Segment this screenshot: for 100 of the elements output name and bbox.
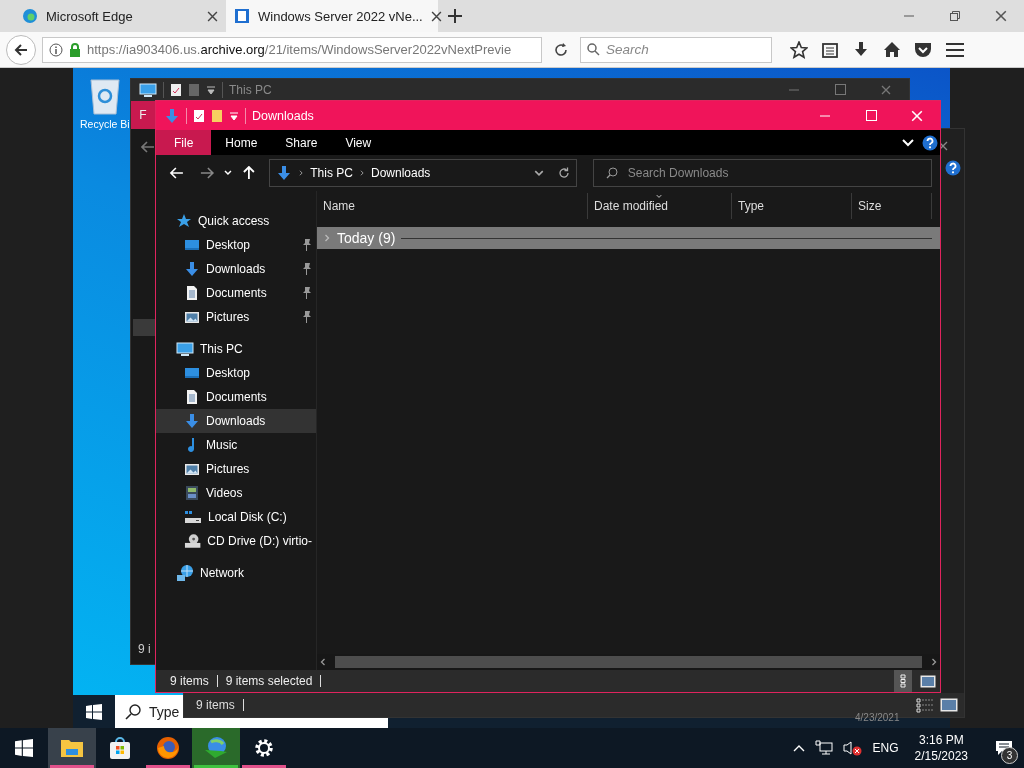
network-icon[interactable] (814, 740, 833, 756)
search-icon (605, 167, 618, 179)
ribbon-tab[interactable]: View (331, 130, 386, 155)
ribbon-tab[interactable]: File (156, 130, 212, 155)
chevron-up-icon[interactable] (792, 744, 805, 752)
clipboard-icon[interactable] (821, 40, 839, 59)
lock-icon (69, 42, 81, 57)
nav-item[interactable]: Music (156, 433, 316, 457)
address-bar[interactable]: https://ia903406.us.archive.org/21/items/WindowsServer2022vNextPrevie (42, 36, 542, 63)
document-icon (184, 285, 200, 301)
star-icon[interactable] (790, 40, 808, 59)
nav-item[interactable]: Desktop (156, 361, 316, 385)
nav-item[interactable]: Desktop (156, 233, 316, 257)
folder-icon (60, 737, 84, 759)
chevron-down-icon[interactable] (902, 138, 914, 147)
close-tab-icon[interactable] (207, 10, 218, 22)
document-icon (184, 389, 200, 405)
close-icon[interactable] (995, 10, 1007, 22)
nav-item[interactable]: Quick access (156, 209, 316, 233)
disc-drive-icon (184, 533, 202, 549)
folder-icon[interactable] (211, 108, 223, 123)
desktop-icon-label: Recycle Bi (80, 118, 130, 130)
menu-icon[interactable] (945, 40, 965, 59)
recycle-bin-icon[interactable] (87, 76, 122, 116)
new-tab-plus-icon[interactable] (448, 9, 462, 23)
network-globe-icon (176, 564, 194, 582)
window-title: This PC (229, 83, 272, 97)
address-bar[interactable]: This PC Downloads (269, 159, 577, 187)
column-header[interactable]: Date modified (588, 193, 732, 219)
browser-tab[interactable]: Microsoft Edge (14, 0, 226, 32)
windows-logo-icon[interactable] (15, 739, 33, 757)
search-field[interactable]: Search (580, 36, 772, 63)
item-count: 9 items (170, 674, 209, 688)
ribbon-tab[interactable]: F (131, 101, 155, 129)
nav-item[interactable]: Downloads (156, 257, 316, 281)
scroll-right-icon (930, 658, 938, 666)
speaker-muted-icon[interactable] (842, 740, 863, 756)
nav-item[interactable]: Documents (156, 385, 316, 409)
notifications-button[interactable]: 3 (984, 728, 1024, 768)
thumbnail-view-icon[interactable] (920, 674, 936, 688)
nav-item[interactable]: Downloads (156, 409, 316, 433)
chevron-right-icon (298, 169, 305, 177)
refresh-icon[interactable] (557, 167, 570, 179)
details-view-button[interactable] (894, 670, 912, 692)
gear-icon (253, 737, 275, 759)
column-header[interactable]: Size (852, 193, 932, 219)
nav-item[interactable]: Local Disk (C:) (156, 505, 316, 529)
desktop-icon (184, 365, 200, 381)
download-arrow-icon (184, 413, 200, 429)
nav-item[interactable]: Videos (156, 481, 316, 505)
computer-icon (176, 341, 194, 357)
nav-item[interactable]: This PC (156, 337, 316, 361)
nav-item-highlight (133, 319, 157, 336)
group-header[interactable]: Today (9) (317, 227, 940, 249)
column-header[interactable]: Type (732, 193, 852, 219)
close-tab-icon[interactable] (430, 10, 442, 22)
column-header[interactable]: Name (317, 193, 588, 219)
nav-item[interactable]: CD Drive (D:) virtio- (156, 529, 316, 553)
pin-icon (302, 263, 312, 275)
language-indicator[interactable]: ENG (872, 741, 899, 755)
chevron-right-icon (358, 169, 365, 177)
breadcrumb-item[interactable]: Downloads (370, 166, 431, 180)
properties-icon[interactable] (170, 83, 182, 97)
windows-logo-icon[interactable] (86, 703, 102, 720)
folder-icon[interactable] (188, 83, 200, 97)
pocket-icon[interactable] (914, 40, 932, 59)
close-icon[interactable] (881, 84, 891, 95)
download-arrow-icon (184, 261, 200, 277)
ribbon-tab[interactable]: Home (211, 130, 272, 155)
home-icon[interactable] (883, 40, 901, 59)
picture-icon (184, 461, 200, 477)
nav-item[interactable]: Network (156, 561, 316, 585)
back-button[interactable] (6, 34, 36, 65)
expand-caret-icon (323, 234, 331, 242)
search-field[interactable]: Type (115, 695, 183, 728)
breadcrumb-item[interactable]: This PC (310, 166, 353, 180)
dropdown-icon[interactable] (229, 110, 239, 121)
nav-item[interactable]: Documents (156, 281, 316, 305)
search-icon (125, 703, 141, 720)
help-icon[interactable] (945, 160, 961, 176)
maximize-icon[interactable] (834, 83, 846, 95)
thumbnail-view-icon[interactable] (940, 698, 958, 712)
download-arrow-icon (164, 107, 180, 124)
page-icon (234, 8, 250, 24)
restore-icon[interactable] (950, 11, 960, 21)
pin-icon (302, 287, 312, 299)
search-field[interactable]: Search Downloads (592, 159, 932, 187)
nav-item[interactable]: Pictures (156, 305, 316, 329)
help-icon[interactable] (922, 134, 938, 151)
scroll-left-icon (319, 658, 327, 666)
ribbon-tab[interactable]: Share (271, 130, 332, 155)
item-count: 9 i (138, 642, 151, 656)
horizontal-scrollbar[interactable] (317, 654, 940, 670)
sort-caret-icon (654, 194, 664, 200)
details-view-icon[interactable] (916, 697, 934, 713)
reload-icon[interactable] (554, 42, 568, 57)
nav-item[interactable]: Pictures (156, 457, 316, 481)
chevron-down-icon[interactable] (223, 170, 232, 176)
clock[interactable]: 3:16 PM 2/15/2023 (908, 733, 974, 763)
dropdown-icon[interactable] (206, 85, 216, 95)
